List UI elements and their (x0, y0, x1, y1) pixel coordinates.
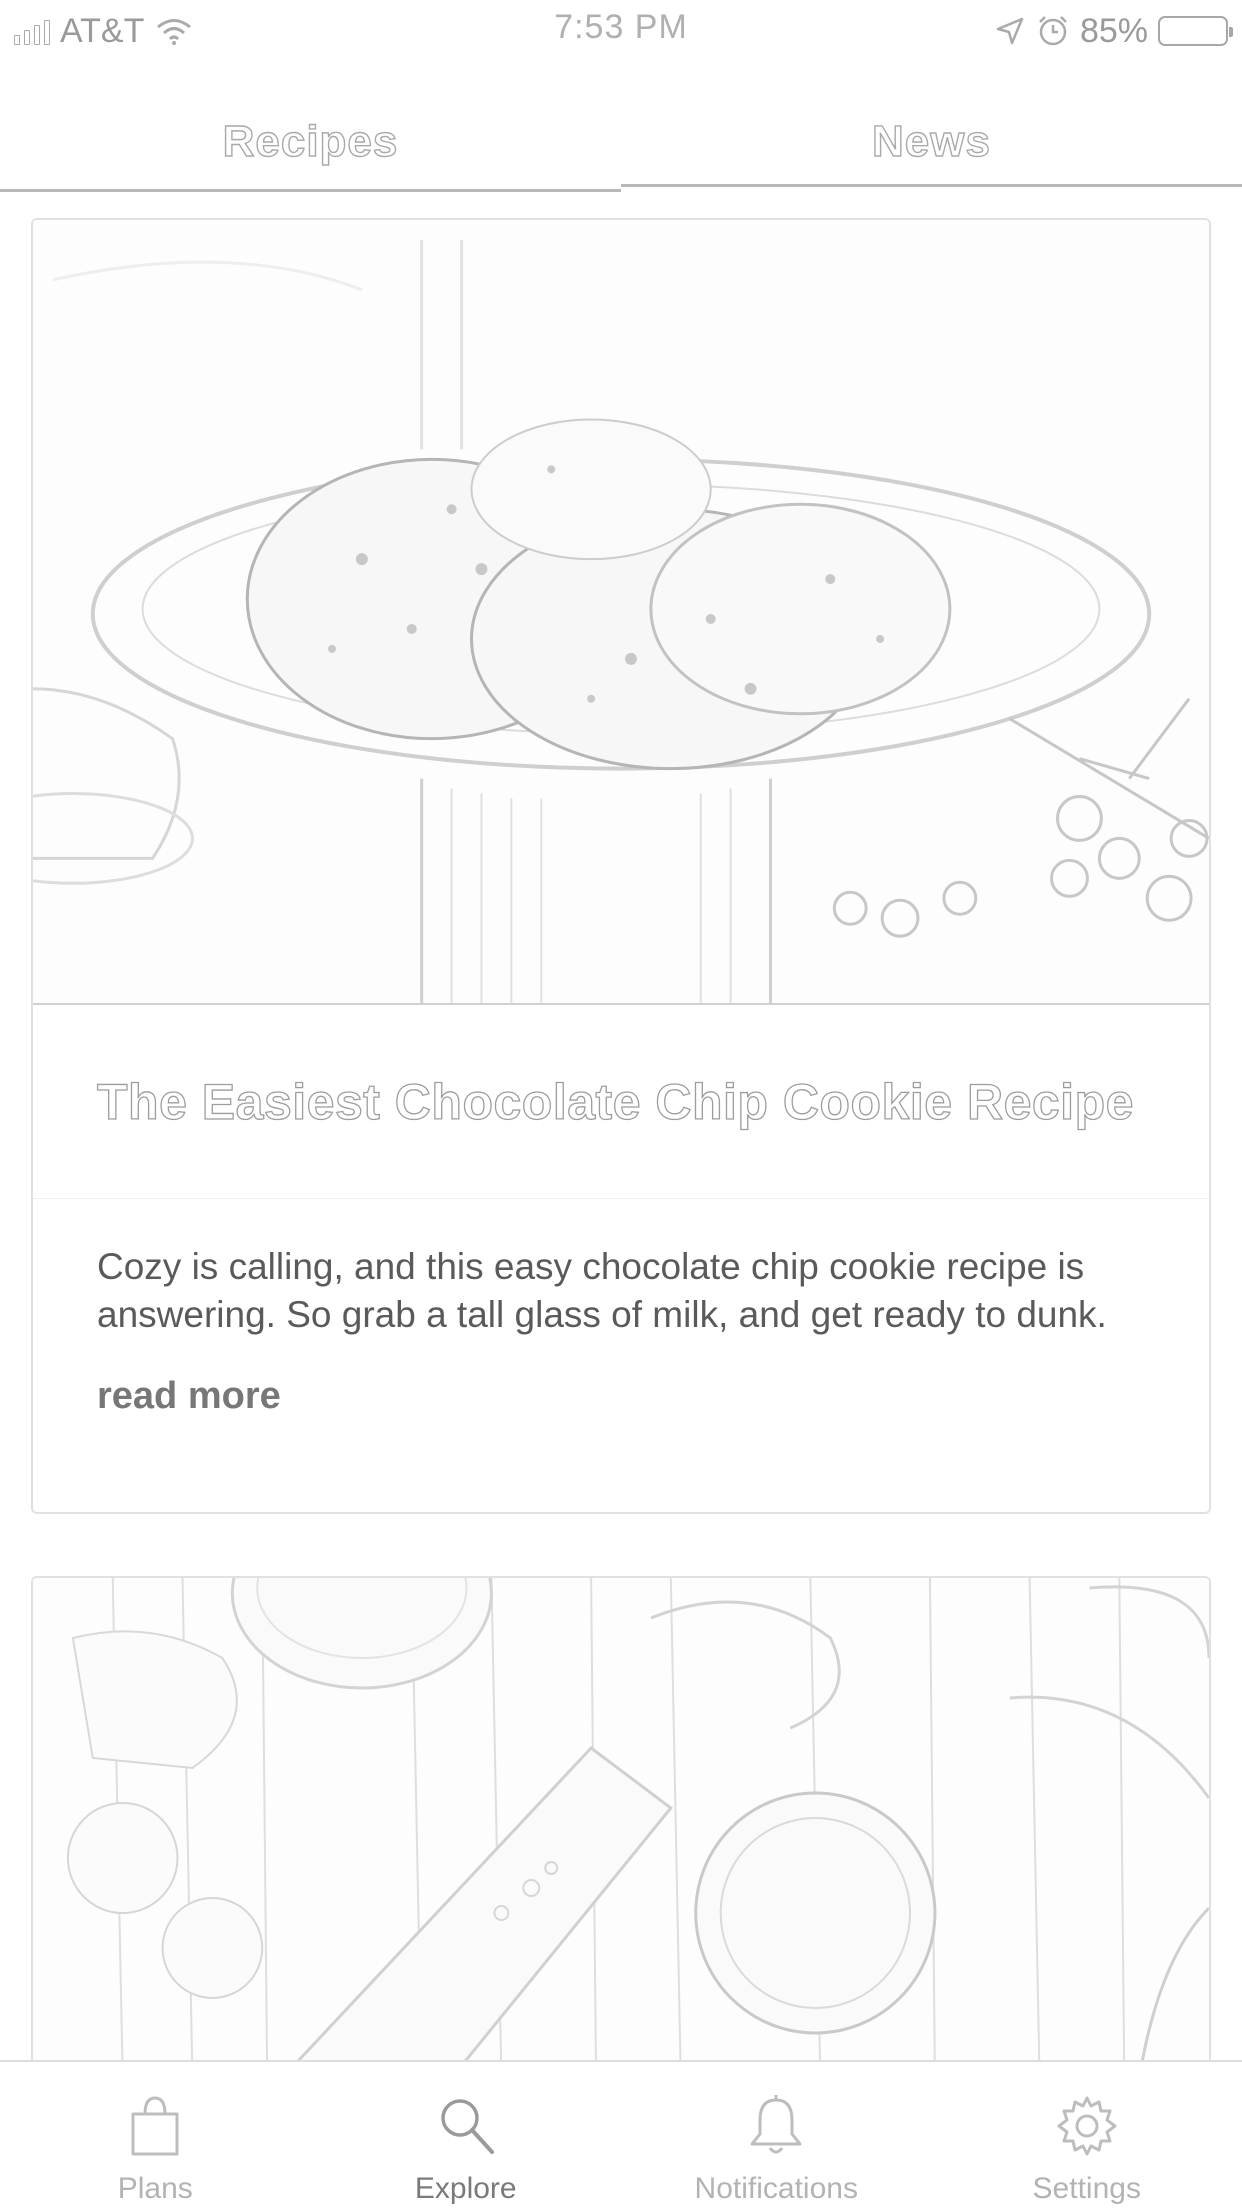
nav-settings[interactable]: Settings (932, 2062, 1242, 2208)
search-icon (441, 2099, 494, 2154)
nav-plans[interactable]: Plans (0, 2062, 311, 2208)
article-image[interactable] (33, 1578, 1209, 2074)
tab-recipes[interactable]: Recipes (0, 92, 621, 192)
shopping-bag-icon (131, 2096, 179, 2156)
tab-news[interactable]: News (621, 92, 1242, 192)
nav-settings-label: Settings (1032, 2172, 1141, 2205)
cookie-plate-illustration (33, 220, 1209, 1003)
article-title[interactable]: The Easiest Chocolate Chip Cookie Recipe (33, 1005, 1209, 1199)
food-table-illustration (33, 1578, 1209, 2074)
article-image[interactable] (33, 220, 1209, 1005)
nav-notifications-label: Notifications (694, 2172, 858, 2205)
nav-explore-label: Explore (414, 2172, 517, 2205)
nav-plans-label: Plans (117, 2172, 193, 2205)
nav-notifications[interactable]: Notifications (621, 2062, 932, 2208)
nav-explore[interactable]: Explore (311, 2062, 622, 2208)
article-card[interactable] (31, 1576, 1211, 2076)
article-body: Cozy is calling, and this easy chocolate… (33, 1199, 1209, 1418)
app-screen: AT&T 7:53 PM 85% Recipes News The Easies… (0, 0, 1242, 2208)
bell-icon (750, 2095, 802, 2154)
clock: 7:53 PM (554, 8, 688, 46)
top-tabs: Recipes News (0, 92, 1242, 192)
article-description: Cozy is calling, and this easy chocolate… (97, 1246, 1107, 1335)
article-card[interactable]: The Easiest Chocolate Chip Cookie Recipe… (31, 218, 1211, 1514)
status-bar: AT&T 7:53 PM 85% (0, 0, 1242, 62)
read-more-link[interactable]: read more (97, 1375, 281, 1418)
battery-icon (1158, 16, 1233, 46)
gear-icon (1057, 2096, 1117, 2156)
bottom-nav: Plans Explore Notifications Settings (0, 2060, 1242, 2208)
